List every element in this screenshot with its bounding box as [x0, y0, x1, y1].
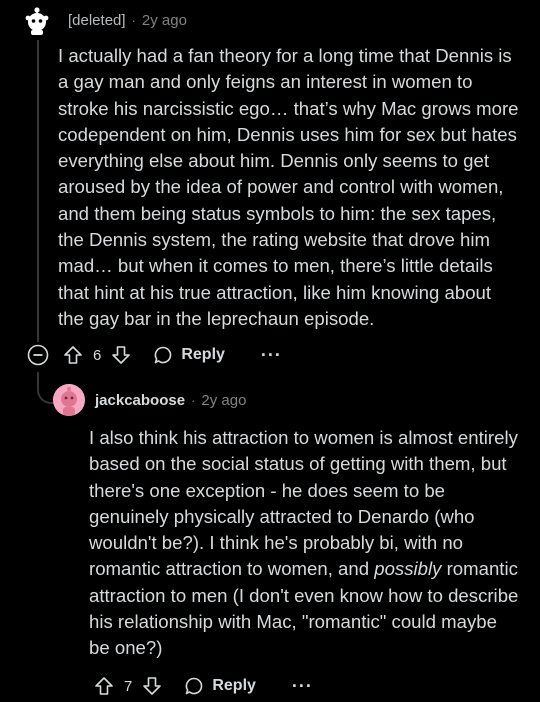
comment-header: jackcaboose · 2y ago [53, 384, 246, 416]
comment-age: 2y ago [141, 11, 187, 29]
comment-body-text: I also think his attraction to women is … [89, 427, 518, 580]
comment-body-emphasis: possibly [374, 558, 442, 580]
vote-count: 6 [93, 346, 102, 364]
reply-label: Reply [212, 677, 256, 694]
comment-age: 2y ago [201, 391, 247, 409]
collapse-thread-icon[interactable] [27, 344, 49, 366]
comment-header: [deleted] · 2y ago [20, 3, 187, 37]
downvote-icon[interactable] [142, 676, 162, 696]
thread-line [37, 40, 39, 342]
more-options-icon[interactable]: ··· [261, 346, 282, 364]
comment-author: [deleted] [68, 11, 126, 29]
reply-button[interactable]: Reply [184, 676, 256, 696]
comment-body: I actually had a fan theory for a long t… [58, 45, 519, 329]
reply-label: Reply [181, 346, 225, 363]
reply-bubble-icon [185, 677, 203, 695]
comment-actions: 6 Reply ··· [27, 344, 282, 366]
user-avatar-icon [53, 384, 85, 416]
upvote-icon[interactable] [94, 676, 114, 696]
downvote-icon[interactable] [111, 345, 131, 365]
more-options-icon[interactable]: ··· [292, 677, 313, 695]
comment-actions: 7 Reply ··· [94, 676, 313, 696]
snoo-avatar-icon [25, 7, 49, 35]
vote-count: 7 [124, 677, 133, 695]
separator-dot: · [131, 12, 136, 28]
comment-author[interactable]: jackcaboose [95, 392, 185, 409]
avatar[interactable] [53, 384, 85, 416]
reply-bubble-icon [154, 346, 172, 364]
separator-dot: · [191, 392, 196, 408]
comment-body: I also think his attraction to women is … [89, 425, 520, 662]
reply-button[interactable]: Reply [153, 345, 225, 365]
avatar[interactable] [20, 3, 54, 37]
upvote-icon[interactable] [63, 345, 83, 365]
